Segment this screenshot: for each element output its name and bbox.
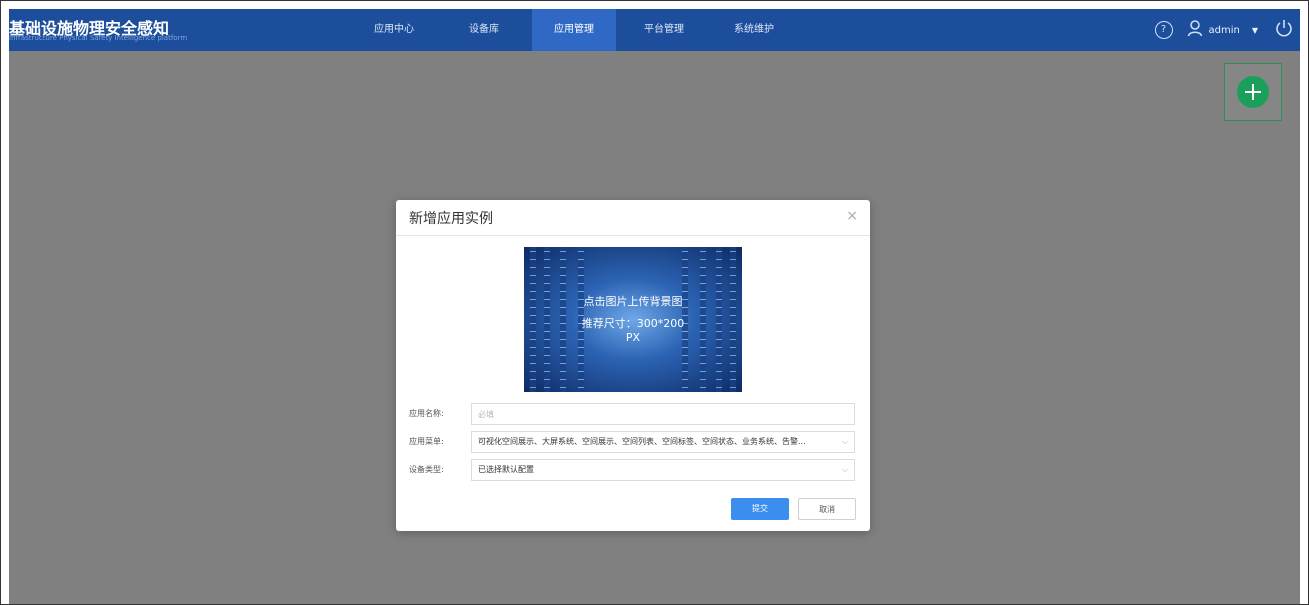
nav-item-app-center[interactable]: 应用中心	[352, 9, 436, 51]
device-type-value: 已选择默认配置	[478, 465, 534, 474]
submit-button[interactable]: 提交	[731, 498, 789, 520]
app-name-input[interactable]	[478, 404, 854, 424]
nav-item-app-management[interactable]: 应用管理	[532, 9, 616, 51]
nav-item-device-library[interactable]: 设备库	[442, 9, 526, 51]
power-icon[interactable]	[1274, 18, 1294, 42]
app-menu-row: 应用菜单: 可视化空间展示、大屏系统、空间展示、空间列表、空间标签、空间状态、业…	[396, 431, 870, 453]
chevron-down-icon: ⌵	[841, 465, 848, 474]
add-app-tile[interactable]	[1224, 63, 1282, 121]
device-type-row: 设备类型: 已选择默认配置 ⌵	[396, 459, 870, 481]
close-icon[interactable]: ×	[846, 208, 858, 224]
nav-item-system-maintenance[interactable]: 系统维护	[712, 9, 796, 51]
device-type-select[interactable]: 已选择默认配置 ⌵	[471, 459, 855, 481]
background-image-upload[interactable]: 点击图片上传背景图 推荐尺寸：300*200 PX	[524, 247, 742, 392]
plus-circle-icon[interactable]	[1237, 76, 1269, 108]
app-name-label: 应用名称:	[409, 409, 444, 418]
user-menu-caret-icon[interactable]: ▼	[1252, 26, 1258, 35]
main-nav: 应用中心 设备库 应用管理 平台管理 系统维护	[352, 9, 796, 51]
device-type-label: 设备类型:	[409, 465, 444, 474]
app-name-field-wrapper	[471, 403, 855, 425]
help-circle-icon[interactable]: ?	[1154, 21, 1173, 39]
app-menu-value: 可视化空间展示、大屏系统、空间展示、空间列表、空间标签、空间状态、业务系统、告警…	[478, 437, 806, 446]
app-name-row: 应用名称:	[396, 403, 870, 425]
app-subtitle: Infrastructure Physical Safety Intellige…	[9, 34, 188, 42]
upload-size-hint: 推荐尺寸：300*200	[581, 317, 685, 330]
header-tools: ? admin ▼	[1154, 9, 1301, 51]
nav-item-platform-management[interactable]: 平台管理	[622, 9, 706, 51]
upload-hint: 点击图片上传背景图	[583, 295, 683, 308]
divider	[396, 235, 870, 236]
dialog-title: 新增应用实例	[409, 211, 493, 227]
user-icon[interactable]	[1187, 19, 1203, 41]
chevron-down-icon: ⌵	[841, 437, 848, 446]
app-menu-label: 应用菜单:	[409, 437, 444, 446]
cancel-button[interactable]: 取消	[798, 498, 856, 520]
new-app-instance-dialog: 新增应用实例 × 点击图片上传背景图 推荐尺寸：300*200 PX 应用名称:…	[396, 200, 870, 531]
app-menu-select[interactable]: 可视化空间展示、大屏系统、空间展示、空间列表、空间标签、空间状态、业务系统、告警…	[471, 431, 855, 453]
app-window: 基础设施物理安全感知 Infrastructure Physical Safet…	[0, 0, 1309, 605]
top-header: 基础设施物理安全感知 Infrastructure Physical Safet…	[9, 9, 1300, 51]
username[interactable]: admin	[1209, 25, 1240, 36]
upload-size-unit: PX	[625, 331, 641, 344]
